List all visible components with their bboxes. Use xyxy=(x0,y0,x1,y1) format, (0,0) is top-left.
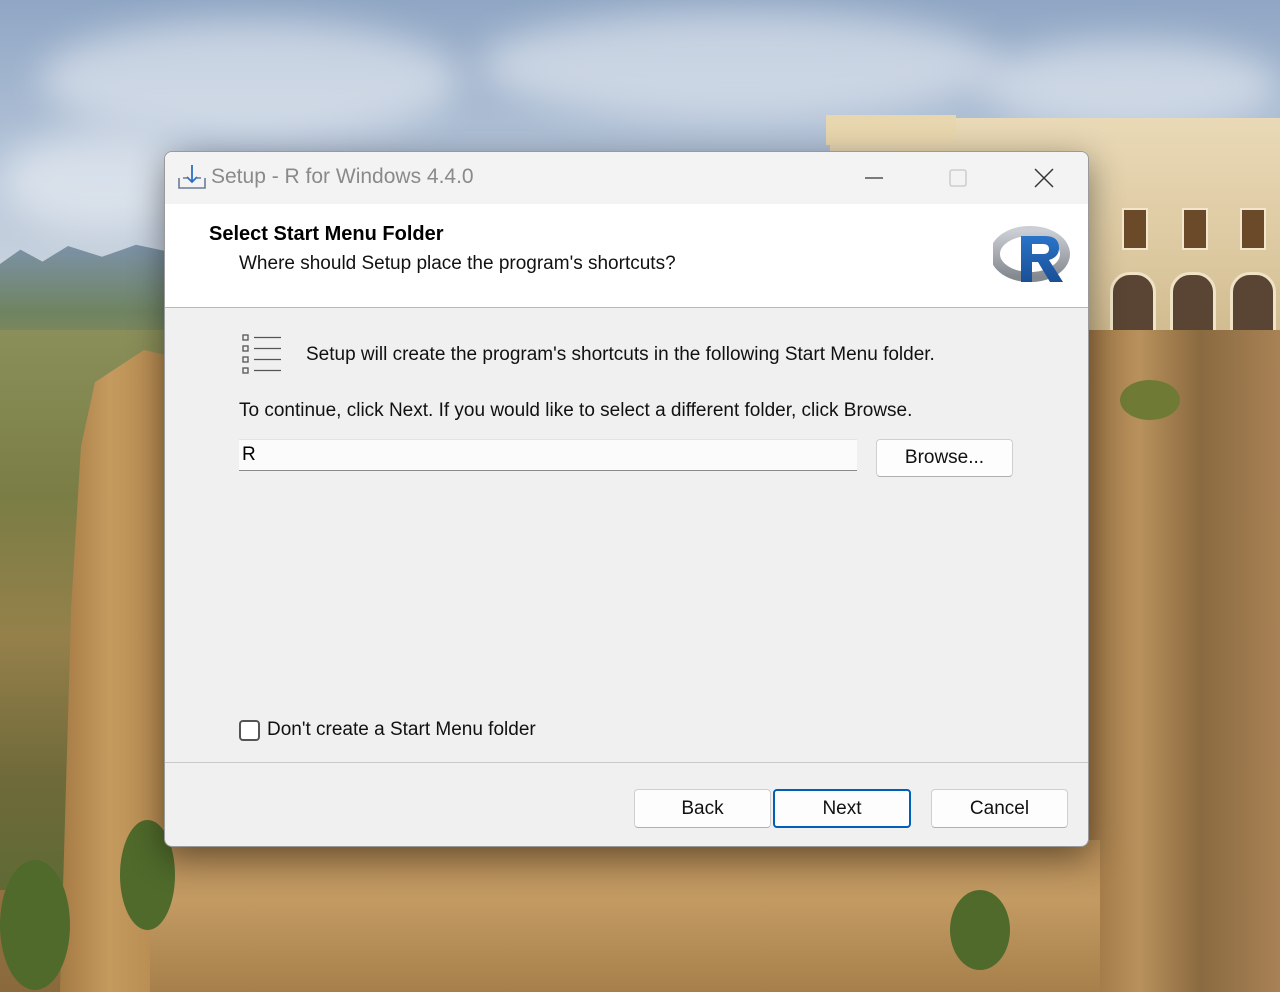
browse-button[interactable]: Browse... xyxy=(876,439,1013,477)
cloud xyxy=(980,40,1280,130)
title-bar[interactable]: Setup - R for Windows 4.4.0 xyxy=(165,152,1088,204)
bush xyxy=(1120,380,1180,420)
building-window xyxy=(1182,208,1208,250)
maximize-icon xyxy=(949,169,967,187)
start-menu-folder-input[interactable] xyxy=(239,439,857,471)
shortcut-list-icon xyxy=(242,334,281,374)
maximize-button[interactable] xyxy=(915,152,1001,204)
next-button[interactable]: Next xyxy=(773,789,911,828)
footer-divider xyxy=(165,762,1088,763)
r-logo-icon xyxy=(993,226,1070,282)
desktop-background: Setup - R for Windows 4.4.0 Select Start… xyxy=(0,0,1280,992)
building-arch xyxy=(1110,272,1156,338)
close-icon xyxy=(1034,168,1054,188)
building-window xyxy=(1240,208,1266,250)
cliff-right xyxy=(1080,330,1280,992)
building-window xyxy=(1122,208,1148,250)
no-start-menu-folder-checkbox[interactable] xyxy=(239,719,260,741)
back-button[interactable]: Back xyxy=(634,789,771,828)
tree xyxy=(950,890,1010,970)
cloud xyxy=(40,20,460,140)
cloud xyxy=(480,10,1000,120)
cancel-button[interactable]: Cancel xyxy=(931,789,1068,828)
checkbox-label: Don't create a Start Menu folder xyxy=(267,719,536,740)
minimize-icon xyxy=(865,177,883,179)
tree xyxy=(0,860,70,990)
instruction-text: To continue, click Next. If you would li… xyxy=(239,400,913,421)
building-arch xyxy=(1230,272,1276,338)
window-title: Setup - R for Windows 4.4.0 xyxy=(211,165,474,188)
page-title: Select Start Menu Folder xyxy=(209,223,444,245)
wizard-body: Setup will create the program's shortcut… xyxy=(165,308,1088,762)
building-tower xyxy=(826,115,956,145)
minimize-button[interactable] xyxy=(831,152,917,204)
info-text: Setup will create the program's shortcut… xyxy=(306,344,935,365)
building-arch xyxy=(1170,272,1216,338)
setup-dialog: Setup - R for Windows 4.4.0 Select Start… xyxy=(164,151,1089,847)
setup-download-icon xyxy=(178,165,206,189)
close-button[interactable] xyxy=(1001,152,1087,204)
wizard-header: Select Start Menu Folder Where should Se… xyxy=(165,204,1088,308)
page-subtitle: Where should Setup place the program's s… xyxy=(239,253,676,274)
no-start-menu-folder-option[interactable]: Don't create a Start Menu folder xyxy=(239,719,536,741)
